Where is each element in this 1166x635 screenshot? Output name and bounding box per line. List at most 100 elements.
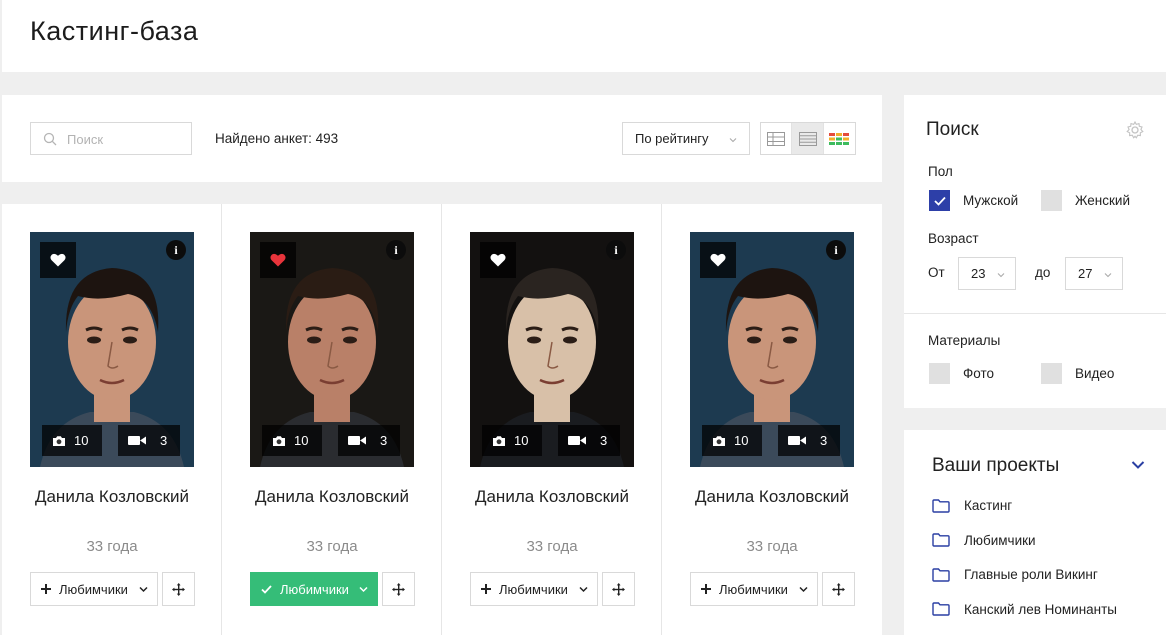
view-mode-switcher — [760, 122, 856, 155]
project-name: Кастинг — [964, 498, 1013, 513]
add-to-list-button[interactable]: Любимчики — [690, 572, 818, 606]
chevron-down-icon — [997, 273, 1005, 278]
project-item[interactable]: Канский лев Номинанты — [932, 602, 1117, 617]
chevron-down-icon[interactable] — [1131, 460, 1145, 470]
gender-male-checkbox[interactable] — [929, 190, 950, 211]
search-input[interactable] — [67, 129, 185, 149]
filter-title: Поиск — [926, 119, 979, 140]
filter-divider — [904, 313, 1166, 314]
move-button[interactable] — [382, 572, 415, 606]
search-box[interactable] — [30, 122, 192, 155]
add-to-list-button[interactable]: Любимчики — [250, 572, 378, 606]
move-button[interactable] — [602, 572, 635, 606]
list-label: Любимчики — [719, 581, 788, 597]
photo-count-badge[interactable]: 10 — [702, 425, 762, 456]
plus-icon — [701, 584, 711, 594]
project-item[interactable]: Любимчики — [932, 533, 1036, 548]
video-count-badge[interactable]: 3 — [338, 425, 400, 456]
video-count-badge[interactable]: 3 — [118, 425, 180, 456]
checkmark-icon — [261, 584, 272, 594]
chevron-down-icon — [729, 138, 737, 143]
search-icon — [43, 132, 57, 146]
list-label: Любимчики — [499, 581, 568, 597]
actor-name[interactable]: Данила Козловский — [2, 486, 222, 507]
move-icon — [832, 582, 845, 596]
move-icon — [612, 582, 625, 596]
favorite-button[interactable] — [40, 242, 76, 278]
search-filter-panel: Поиск Пол Мужской Женский Возраст От 23 … — [904, 95, 1166, 408]
actor-name[interactable]: Данила Козловский — [222, 486, 442, 507]
camera-icon — [273, 435, 285, 446]
material-video-checkbox[interactable] — [1041, 363, 1062, 384]
actor-photo[interactable]: i 10 3 — [30, 232, 194, 467]
video-count-badge[interactable]: 3 — [558, 425, 620, 456]
video-camera-icon — [348, 436, 366, 445]
age-label: Возраст — [928, 231, 979, 246]
folder-icon — [932, 602, 950, 616]
gear-icon[interactable] — [1125, 120, 1145, 140]
sort-select-value: По рейтингу — [635, 131, 709, 146]
move-button[interactable] — [822, 572, 855, 606]
view-table-button[interactable] — [761, 123, 793, 154]
favorite-button[interactable] — [260, 242, 296, 278]
list-view-icon — [798, 131, 817, 146]
age-from-select[interactable]: 23 — [958, 257, 1016, 290]
heart-icon — [50, 253, 66, 267]
video-count-badge[interactable]: 3 — [778, 425, 840, 456]
list-label: Любимчики — [59, 581, 128, 597]
list-label: Любимчики — [280, 581, 349, 597]
projects-panel: Ваши проекты Кастинг Любимчики Главные р… — [904, 430, 1166, 635]
info-button[interactable]: i — [606, 240, 626, 260]
photo-count: 10 — [294, 433, 309, 448]
material-photo-checkbox[interactable] — [929, 363, 950, 384]
info-button[interactable]: i — [826, 240, 846, 260]
actor-photo[interactable]: i 10 3 — [690, 232, 854, 467]
results-toolbar: Найдено анкет: 493 По рейтингу — [2, 95, 882, 182]
actor-card: i 10 3 Данила Козловский 33 года Любимчи… — [2, 204, 222, 635]
video-count: 3 — [380, 433, 388, 448]
gender-label: Пол — [928, 164, 953, 179]
video-count: 3 — [820, 433, 828, 448]
plus-icon — [481, 584, 491, 594]
folder-icon — [932, 498, 950, 513]
photo-count-badge[interactable]: 10 — [42, 425, 102, 456]
camera-icon — [53, 435, 65, 446]
photo-count-badge[interactable]: 10 — [262, 425, 322, 456]
page-header: Кастинг-база — [2, 0, 1166, 72]
info-button[interactable]: i — [386, 240, 406, 260]
add-to-list-button[interactable]: Любимчики — [470, 572, 598, 606]
move-icon — [392, 582, 405, 596]
actor-card: i 10 3 Данила Козловский 33 года Любимчи… — [222, 204, 442, 635]
heart-icon — [270, 253, 286, 267]
chevron-down-icon — [139, 586, 148, 593]
gender-female-label: Женский — [1075, 193, 1131, 208]
actor-photo[interactable]: i 10 3 — [470, 232, 634, 467]
camera-icon — [713, 435, 725, 446]
add-to-list-button[interactable]: Любимчики — [30, 572, 158, 606]
actor-name[interactable]: Данила Козловский — [442, 486, 662, 507]
material-video-label: Видео — [1075, 366, 1115, 381]
actor-card: i 10 3 Данила Козловский 33 года Любимчи… — [662, 204, 882, 635]
heart-icon — [710, 253, 726, 267]
video-count: 3 — [160, 433, 168, 448]
view-list-button[interactable] — [792, 123, 824, 154]
move-icon — [172, 582, 185, 596]
favorite-button[interactable] — [480, 242, 516, 278]
view-color-button[interactable] — [824, 123, 855, 154]
actor-photo[interactable]: i 10 3 — [250, 232, 414, 467]
actor-name[interactable]: Данила Козловский — [662, 486, 882, 507]
folder-icon — [932, 567, 950, 582]
age-from-value: 23 — [971, 266, 986, 281]
project-item[interactable]: Главные роли Викинг — [932, 567, 1098, 582]
move-button[interactable] — [162, 572, 195, 606]
info-button[interactable]: i — [166, 240, 186, 260]
favorite-button[interactable] — [700, 242, 736, 278]
gender-female-checkbox[interactable] — [1041, 190, 1062, 211]
project-item[interactable]: Кастинг — [932, 498, 1012, 513]
actor-card: i 10 3 Данила Козловский 33 года Любимчи… — [442, 204, 662, 635]
photo-count-badge[interactable]: 10 — [482, 425, 542, 456]
checkmark-icon — [933, 196, 946, 206]
age-to-select[interactable]: 27 — [1065, 257, 1123, 290]
photo-count: 10 — [514, 433, 529, 448]
sort-select[interactable]: По рейтингу — [622, 122, 750, 155]
